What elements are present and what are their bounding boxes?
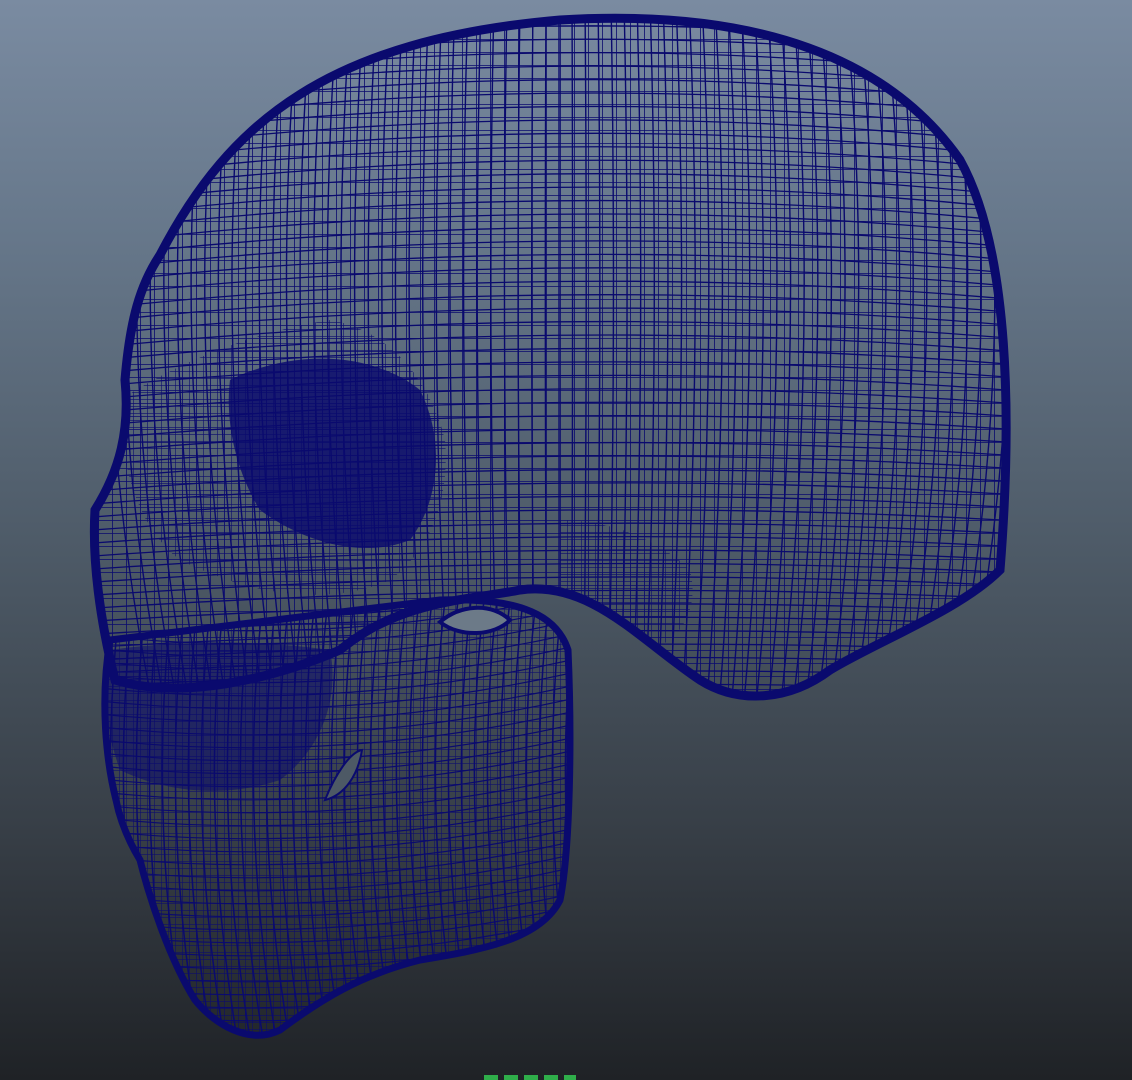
mesh-edge	[104, 995, 570, 1035]
3d-viewport[interactable]	[0, 0, 1132, 1080]
skull-wireframe-mesh[interactable]	[0, 0, 1132, 1080]
mesh-edge	[104, 1008, 570, 1036]
axis-indicator	[484, 1075, 576, 1080]
